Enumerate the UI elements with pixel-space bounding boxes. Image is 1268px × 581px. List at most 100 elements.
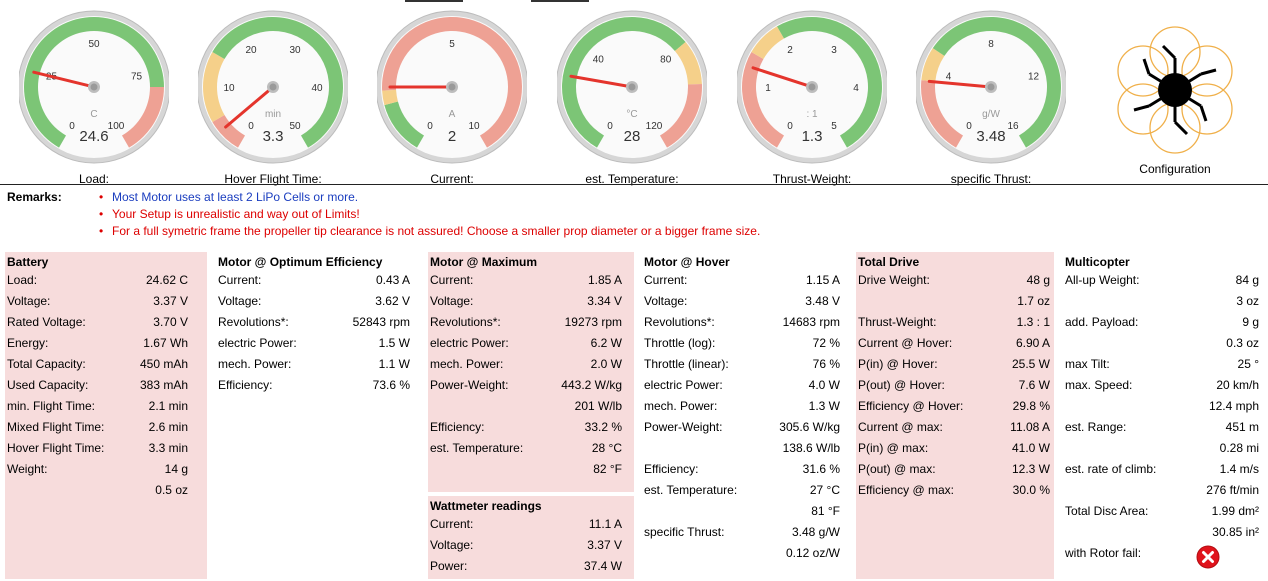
row-value: 451 m xyxy=(1225,420,1259,434)
divider xyxy=(0,184,1268,185)
gauge-load: 0255075100C24.6Load: xyxy=(19,10,169,186)
gauge-tick-label: 50 xyxy=(289,121,301,132)
row-value: 72 % xyxy=(812,336,840,350)
data-row: Power-Weight: 443.2 W/kg xyxy=(430,375,622,396)
row-value: 1.4 m/s xyxy=(1219,462,1259,476)
row-value: 1.15 A xyxy=(805,273,840,287)
row-value: 2.1 min xyxy=(148,399,188,413)
data-row: Efficiency @ Hover: 29.8 % xyxy=(858,396,1050,417)
data-row: max Tilt: 25 ° xyxy=(1065,354,1259,375)
hexacopter-configuration-icon[interactable] xyxy=(1100,14,1250,164)
data-row: Voltage: 3.48 V xyxy=(644,291,840,312)
gauge-value: 2 xyxy=(448,128,456,145)
remarks-label: Remarks: xyxy=(7,190,62,204)
data-row: est. Range: 451 m xyxy=(1065,417,1259,438)
gauge-unit: g/W xyxy=(982,109,1000,120)
gauge-tick-label: 10 xyxy=(468,121,480,132)
data-row: Mixed Flight Time: 2.6 min xyxy=(7,417,188,438)
row-value: 3.62 V xyxy=(375,294,410,308)
remark-item: Most Motor uses at least 2 LiPo Cells or… xyxy=(96,189,760,206)
row-value: 52843 rpm xyxy=(352,315,410,329)
configuration-caption: Configuration xyxy=(1139,162,1211,176)
data-row: Voltage: 3.34 V xyxy=(430,291,622,312)
gauge-specific: 0 4 8 12 16 g/W 3.48 specific Thrust: xyxy=(916,10,1066,186)
data-row: P(out) @ max: 12.3 W xyxy=(858,459,1050,480)
gauge-tick-label: 1 xyxy=(765,83,771,94)
row-value: 1.3 : 1 xyxy=(1016,315,1050,329)
data-row: Power-Weight: 305.6 W/kg xyxy=(644,417,840,438)
gauge-tick-label: 0 xyxy=(248,121,254,132)
row-value: 0.12 oz/W xyxy=(785,546,840,560)
data-row: Voltage: 3.37 V xyxy=(7,291,188,312)
gauge-tick-label: 0 xyxy=(607,121,613,132)
row-value: 27 °C xyxy=(809,483,840,497)
gauge-hub-center xyxy=(90,83,98,91)
row-value: 29.8 % xyxy=(1012,399,1050,413)
gauge-dial-thrust: 0 1 2 3 4 5: 1 1.3 xyxy=(737,10,887,164)
gauge-hub-center xyxy=(628,83,636,91)
battery-section: Battery Load: 24.62 C Voltage: 3.37 V Rated V… xyxy=(5,252,207,579)
row-value: 305.6 W/kg xyxy=(779,420,840,434)
row-value: 20 km/h xyxy=(1216,378,1259,392)
gauge-unit: C xyxy=(90,109,97,120)
row-value: 201 W/lb xyxy=(574,399,622,413)
data-row: All-up Weight: 84 g xyxy=(1065,270,1259,291)
row-value: 3.37 V xyxy=(153,294,188,308)
row-value: 450 mAh xyxy=(139,357,188,371)
gauge-tick-label: 0 xyxy=(69,121,75,132)
row-value: 1.99 dm² xyxy=(1211,504,1259,518)
data-row: est. Temperature: 27 °C xyxy=(644,480,840,501)
gauge-tick-label: 20 xyxy=(245,45,257,56)
row-value: 25.5 W xyxy=(1011,357,1050,371)
gauge-tick-label: 4 xyxy=(946,72,952,83)
data-row: Weight: 14 g xyxy=(7,459,188,480)
gauge-tick-label: 120 xyxy=(646,121,663,132)
data-row: Revolutions*: 14683 rpm xyxy=(644,312,840,333)
gauge-tick-label: 5 xyxy=(449,39,455,50)
gauge-dial-current: 0 5 10 A 2 xyxy=(377,10,527,164)
gauge-tick-label: 0 xyxy=(427,121,433,132)
gauge-tick-label: 5 xyxy=(831,121,837,132)
gauge-tick-label: 40 xyxy=(593,55,605,66)
data-row: Current: 1.15 A xyxy=(644,270,840,291)
row-value: 1.85 A xyxy=(587,273,622,287)
data-row: est. rate of climb: 1.4 m/s xyxy=(1065,459,1259,480)
row-value: 3.48 g/W xyxy=(791,525,840,539)
row-value: 3.48 V xyxy=(805,294,840,308)
data-row: Total Capacity: 450 mAh xyxy=(7,354,188,375)
data-row: electric Power: 4.0 W xyxy=(644,375,840,396)
row-value: 48 g xyxy=(1026,273,1050,287)
data-row: mech. Power: 1.3 W xyxy=(644,396,840,417)
gauge-hub-center xyxy=(808,83,816,91)
row-value: 1.1 W xyxy=(378,357,410,371)
data-row: Throttle (log): 72 % xyxy=(644,333,840,354)
top-tab-line-left xyxy=(405,0,463,2)
gauge-tick-label: 80 xyxy=(660,55,672,66)
gauge-tick-label: 0 xyxy=(787,121,793,132)
section-title: Wattmeter readings xyxy=(430,499,542,513)
motor-maximum-section: Motor @ Maximum Current: 1.85 A Voltage: 3.3… xyxy=(428,252,634,492)
data-row: P(in) @ Hover: 25.5 W xyxy=(858,354,1050,375)
section-title: Motor @ Maximum xyxy=(430,255,538,269)
data-row: Total Disc Area: 1.99 dm² xyxy=(1065,501,1259,522)
data-row: Efficiency: 33.2 % xyxy=(430,417,622,438)
rotor-fail-error-icon xyxy=(1196,545,1220,569)
gauge-hub-center xyxy=(269,83,277,91)
remark-item: For a full symetric frame the propeller … xyxy=(96,223,760,240)
row-value: 41.0 W xyxy=(1011,441,1050,455)
row-value: 31.6 % xyxy=(802,462,840,476)
gauge-unit: °C xyxy=(626,109,637,120)
data-row: Load: 24.62 C xyxy=(7,270,188,291)
row-value: 73.6 % xyxy=(372,378,410,392)
row-value: 30.0 % xyxy=(1012,483,1050,497)
gauge-temp: 0 40 80 120 °C 28 est. Temperature: xyxy=(557,10,707,186)
data-row: Current: 1.85 A xyxy=(430,270,622,291)
row-value: 19273 rpm xyxy=(564,315,622,329)
data-row: Voltage: 3.37 V xyxy=(430,535,622,556)
data-row: Energy: 1.67 Wh xyxy=(7,333,188,354)
row-value: 6.2 W xyxy=(590,336,622,350)
gauge-tick-label: 3 xyxy=(831,45,837,56)
data-row: electric Power: 1.5 W xyxy=(218,333,410,354)
gauge-tick-label: 12 xyxy=(1028,72,1040,83)
row-value: 0.5 oz xyxy=(155,483,188,497)
